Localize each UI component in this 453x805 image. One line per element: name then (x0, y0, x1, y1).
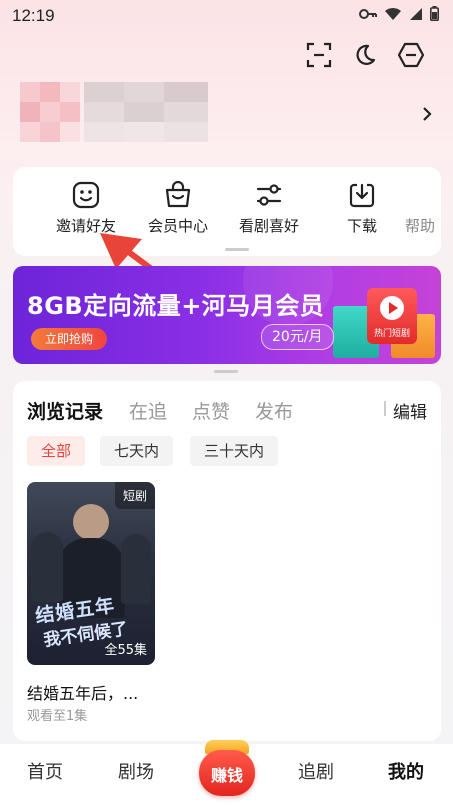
poster-figure (31, 532, 63, 602)
episode-count: 全55集 (104, 643, 147, 658)
nav-mine[interactable]: 我的 (388, 758, 424, 784)
download-button[interactable]: 下载 (317, 179, 407, 236)
help-button[interactable]: 帮助 (405, 179, 441, 236)
preference-sliders-icon (256, 184, 282, 206)
profile-area[interactable] (20, 82, 440, 144)
quick-action-label: 帮助 (405, 217, 436, 235)
poster-category-tag: 短剧 (114, 482, 155, 509)
play-logo-icon (380, 296, 404, 320)
tab-liked[interactable]: 点赞 (192, 397, 230, 424)
banner-badge: 热门短剧 (367, 288, 417, 344)
status-icons (359, 6, 439, 21)
edit-button[interactable]: 编辑 (393, 398, 427, 423)
settings-hexagon-icon[interactable] (396, 40, 426, 70)
download-icon (349, 183, 375, 208)
cellular-signal-icon (410, 7, 422, 20)
promo-banner[interactable]: 热门短剧 8GB定向流量+河马月会员 立即抢购 20元/月 (13, 266, 441, 364)
wifi-icon (385, 7, 401, 20)
tab-browse-history[interactable]: 浏览记录 (27, 397, 103, 424)
battery-icon (430, 6, 439, 21)
divider (384, 401, 386, 416)
nav-follow[interactable]: 追剧 (298, 758, 334, 784)
banner-badge-label: 热门短剧 (373, 329, 410, 339)
nav-earn-button[interactable]: 赚钱 (197, 740, 257, 798)
scan-icon[interactable] (304, 40, 334, 70)
poster-figure (73, 504, 109, 540)
buy-now-button[interactable]: 立即抢购 (31, 328, 107, 350)
watch-progress: 观看至1集 (27, 709, 88, 724)
key-icon (359, 8, 377, 19)
tab-following[interactable]: 在追 (129, 397, 167, 424)
tab-published[interactable]: 发布 (255, 397, 293, 424)
username-blurred (84, 82, 208, 142)
chevron-right-icon[interactable] (422, 106, 432, 122)
status-time: 12:19 (12, 6, 55, 25)
vip-bag-icon (165, 181, 191, 208)
poster-figure (121, 534, 151, 604)
avatar (20, 82, 80, 142)
banner-title: 8GB定向流量+河马月会员 (27, 292, 325, 320)
smile-face-icon (72, 181, 100, 209)
dark-mode-moon-icon[interactable] (350, 40, 380, 70)
quick-action-label: 下载 (346, 217, 377, 235)
filter-all[interactable]: 全部 (27, 436, 86, 466)
filter-7-days[interactable]: 七天内 (100, 436, 174, 466)
banner-price: 20元/月 (261, 324, 334, 350)
banner-page-indicator (214, 370, 238, 373)
drama-title[interactable]: 结婚五年后，... (27, 680, 138, 704)
nav-theater[interactable]: 剧场 (118, 758, 154, 784)
drama-poster[interactable]: 结婚五年 我不伺候了 短剧 全55集 (27, 482, 155, 665)
filter-30-days[interactable]: 三十天内 (190, 436, 279, 466)
nav-earn-label: 赚钱 (210, 766, 243, 785)
nav-home[interactable]: 首页 (27, 758, 63, 784)
